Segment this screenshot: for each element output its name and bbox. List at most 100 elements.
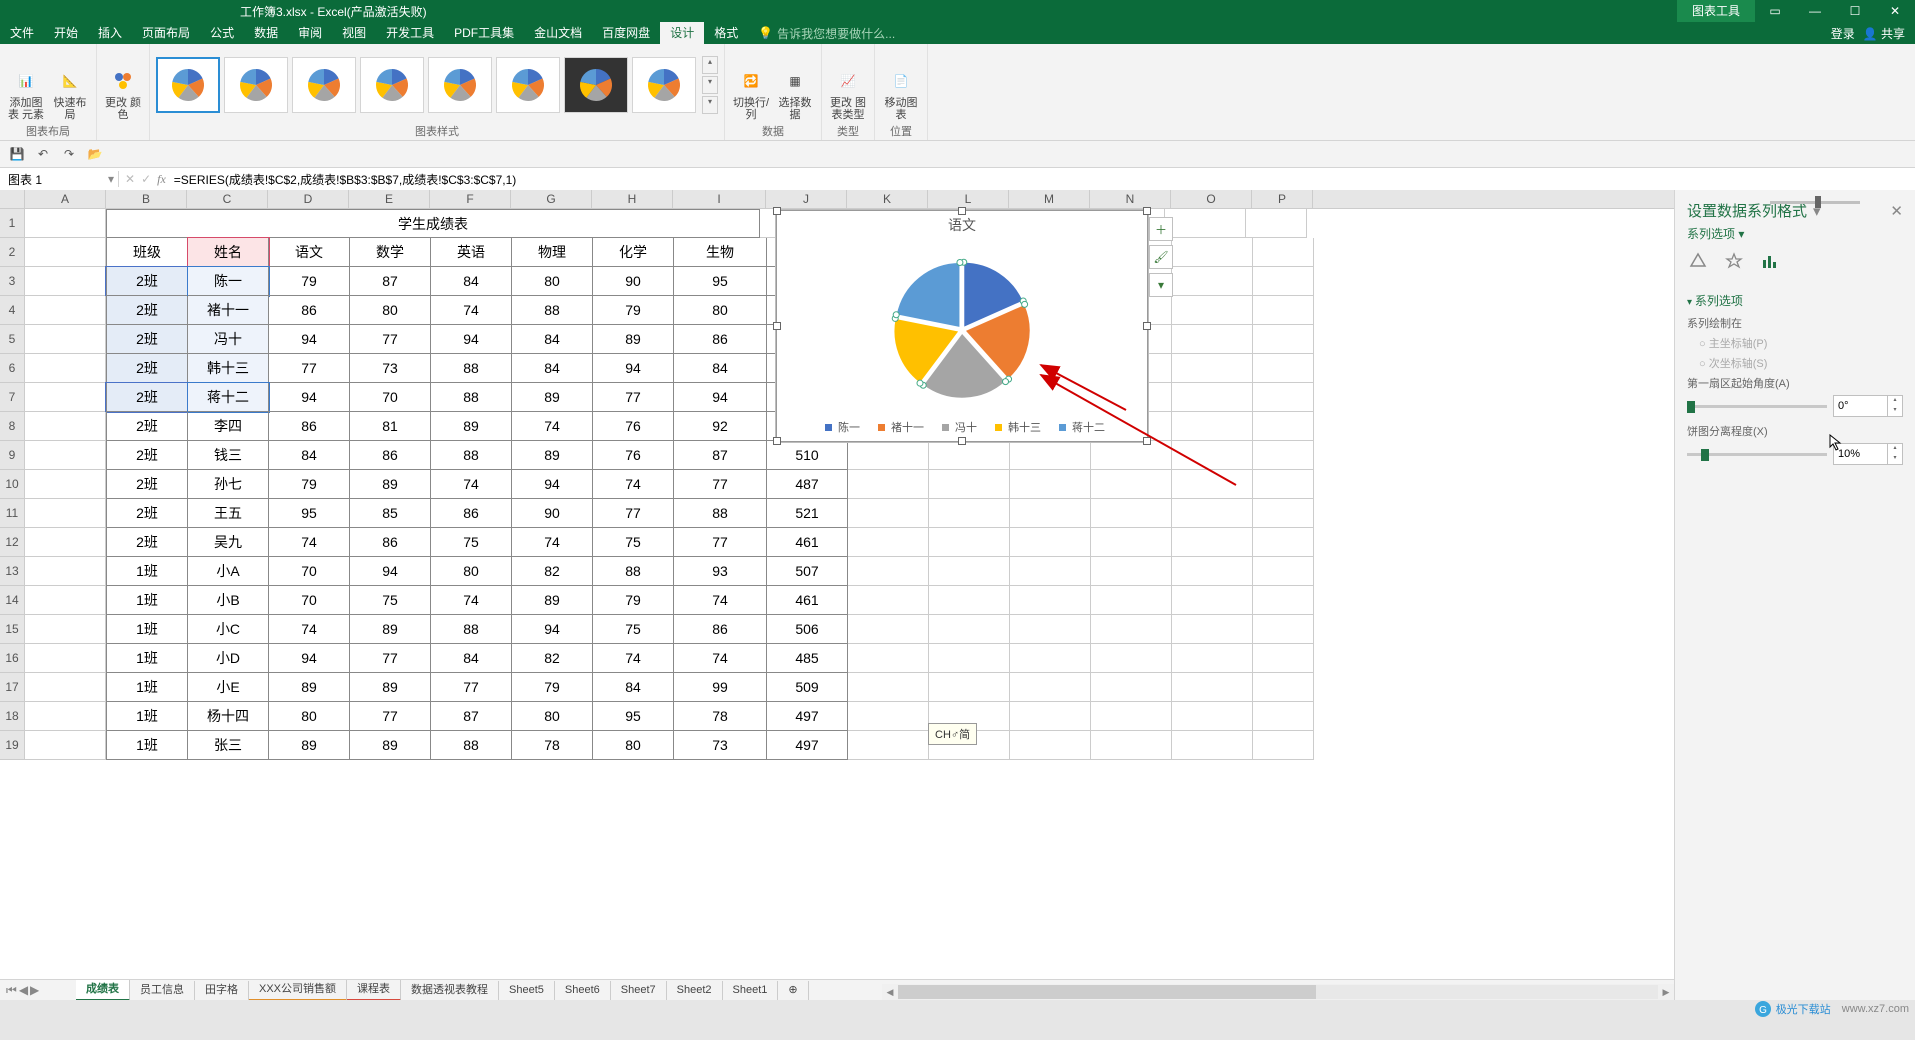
cell[interactable]: 韩十三: [188, 354, 269, 383]
cell[interactable]: 89: [512, 586, 593, 615]
cell[interactable]: 74: [269, 615, 350, 644]
cell[interactable]: 461: [767, 528, 848, 557]
formula-input[interactable]: [172, 171, 1915, 187]
chart-style-thumb[interactable]: [496, 57, 560, 113]
col-header[interactable]: G: [511, 190, 592, 208]
cell[interactable]: 77: [593, 383, 674, 412]
horizontal-scrollbar[interactable]: ◀ ▶: [882, 984, 1674, 1000]
cell[interactable]: [1253, 673, 1314, 702]
cell[interactable]: [25, 383, 106, 412]
cell[interactable]: [25, 325, 106, 354]
cell[interactable]: 84: [512, 354, 593, 383]
cell[interactable]: [1010, 673, 1091, 702]
cell[interactable]: [25, 499, 106, 528]
cell[interactable]: 461: [767, 586, 848, 615]
resize-handle[interactable]: [958, 437, 966, 445]
gallery-expand-icon[interactable]: ▾: [702, 96, 718, 114]
resize-handle[interactable]: [773, 322, 781, 330]
cell[interactable]: 89: [512, 441, 593, 470]
cell[interactable]: [1172, 586, 1253, 615]
cell[interactable]: 89: [431, 412, 512, 441]
cell[interactable]: 75: [593, 528, 674, 557]
cell[interactable]: 小A: [188, 557, 269, 586]
cell[interactable]: 77: [674, 528, 767, 557]
cell[interactable]: [1253, 470, 1314, 499]
cell[interactable]: 521: [767, 499, 848, 528]
cell[interactable]: 80: [431, 557, 512, 586]
cell[interactable]: 73: [674, 731, 767, 760]
cell[interactable]: 2班: [106, 325, 188, 354]
chart-style-thumb[interactable]: [564, 57, 628, 113]
cell[interactable]: 杨十四: [188, 702, 269, 731]
cell[interactable]: 88: [431, 615, 512, 644]
close-button[interactable]: ✕: [1875, 0, 1915, 22]
name-box-input[interactable]: [6, 171, 80, 187]
cell[interactable]: 88: [431, 354, 512, 383]
cell[interactable]: 88: [674, 499, 767, 528]
cell[interactable]: 86: [674, 325, 767, 354]
cell[interactable]: [1091, 731, 1172, 760]
chart-style-thumb[interactable]: [292, 57, 356, 113]
cell[interactable]: [1091, 470, 1172, 499]
cell[interactable]: 76: [593, 412, 674, 441]
cell[interactable]: [1253, 354, 1314, 383]
cell[interactable]: 85: [350, 499, 431, 528]
row-header[interactable]: 2: [0, 238, 25, 267]
cell[interactable]: 94: [593, 354, 674, 383]
resize-handle[interactable]: [958, 207, 966, 215]
cell[interactable]: 数学: [350, 238, 431, 267]
sheet-tab[interactable]: 数据透视表教程: [401, 981, 499, 1000]
cell[interactable]: [848, 557, 929, 586]
cell[interactable]: 94: [512, 615, 593, 644]
cell[interactable]: [1172, 528, 1253, 557]
cell[interactable]: 88: [431, 383, 512, 412]
cell[interactable]: [1091, 615, 1172, 644]
cell[interactable]: [1010, 731, 1091, 760]
cell[interactable]: 487: [767, 470, 848, 499]
cell[interactable]: 86: [269, 412, 350, 441]
cell[interactable]: 80: [512, 702, 593, 731]
cell[interactable]: [1091, 557, 1172, 586]
cell[interactable]: 生物: [674, 238, 767, 267]
chevron-down-icon[interactable]: ▾: [108, 172, 114, 186]
cell[interactable]: 88: [593, 557, 674, 586]
select-all-corner[interactable]: [0, 190, 25, 208]
chart-style-thumb[interactable]: [224, 57, 288, 113]
cell[interactable]: [25, 296, 106, 325]
cell[interactable]: 78: [674, 702, 767, 731]
row-header[interactable]: 5: [0, 325, 25, 354]
cell[interactable]: [1010, 615, 1091, 644]
cell[interactable]: 79: [512, 673, 593, 702]
tab-design[interactable]: 设计: [660, 22, 704, 44]
cell[interactable]: 79: [593, 296, 674, 325]
gallery-expand-icon[interactable]: ▾: [702, 76, 718, 94]
cell[interactable]: 2班: [106, 528, 188, 557]
cell[interactable]: [25, 209, 106, 238]
cell[interactable]: [929, 441, 1010, 470]
cell[interactable]: [1010, 557, 1091, 586]
cell[interactable]: [848, 673, 929, 702]
cell[interactable]: 89: [512, 383, 593, 412]
cell[interactable]: 学生成绩表: [106, 209, 760, 238]
redo-icon[interactable]: ↷: [60, 145, 78, 163]
cell[interactable]: 99: [674, 673, 767, 702]
column-headers[interactable]: ABCDEFGHIJKLMNOP: [0, 190, 1674, 209]
cell[interactable]: 80: [512, 267, 593, 296]
cell[interactable]: 74: [431, 470, 512, 499]
cell[interactable]: 75: [593, 615, 674, 644]
col-header[interactable]: M: [1009, 190, 1090, 208]
cell[interactable]: [25, 673, 106, 702]
legend-item[interactable]: 蒋十二: [1053, 422, 1105, 434]
cell[interactable]: [1172, 499, 1253, 528]
row-header[interactable]: 16: [0, 644, 25, 673]
cell[interactable]: [1172, 325, 1253, 354]
series-options-tab-icon[interactable]: [1759, 250, 1781, 272]
row-header[interactable]: 4: [0, 296, 25, 325]
cell[interactable]: [929, 470, 1010, 499]
cell[interactable]: 95: [593, 702, 674, 731]
cell[interactable]: 小C: [188, 615, 269, 644]
resize-handle[interactable]: [1143, 322, 1151, 330]
cell[interactable]: 94: [350, 557, 431, 586]
cell[interactable]: [848, 470, 929, 499]
cell[interactable]: 74: [674, 644, 767, 673]
